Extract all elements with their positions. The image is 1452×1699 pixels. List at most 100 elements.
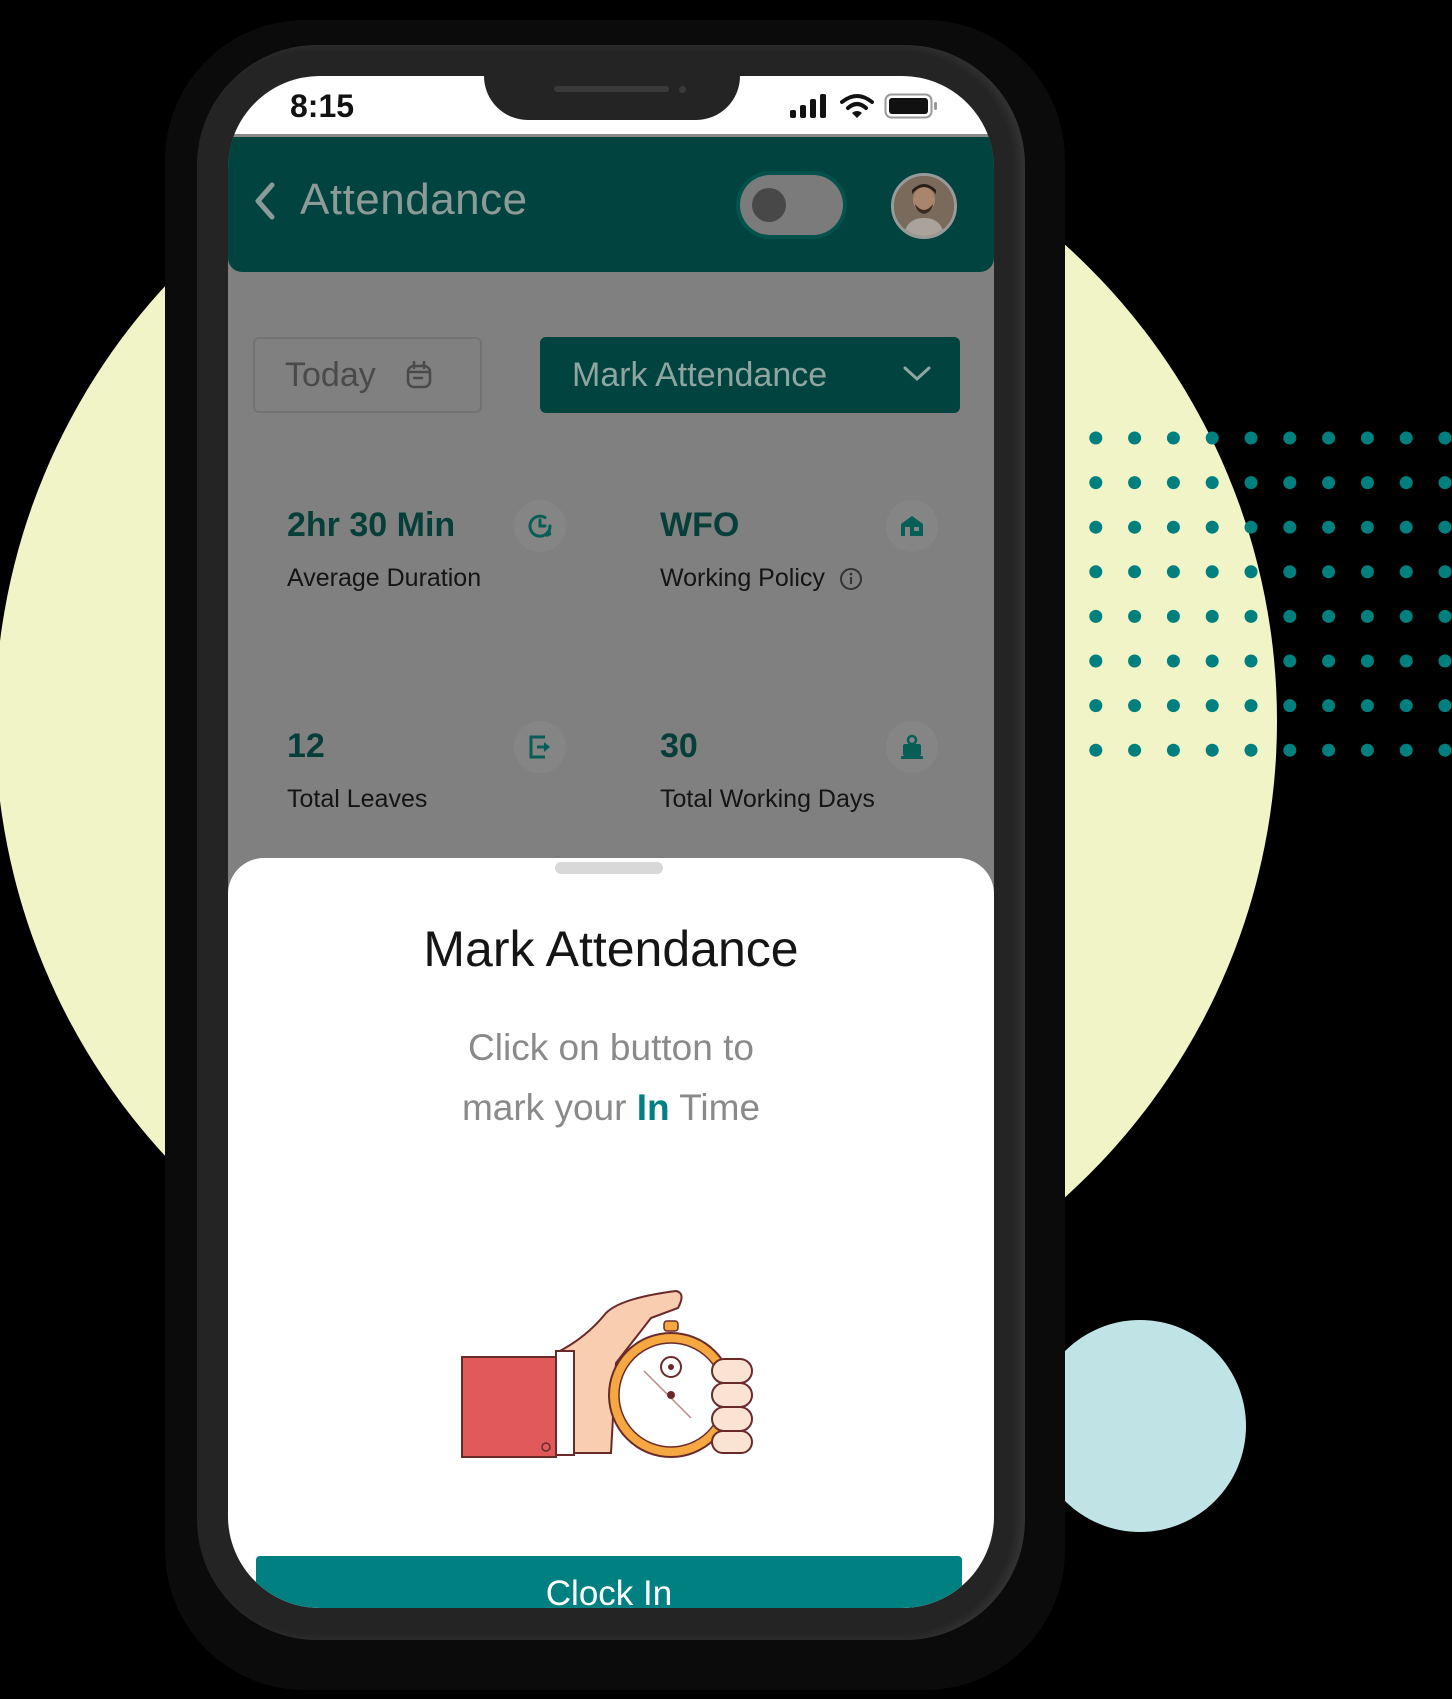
stat-value: 2hr 30 Min: [287, 506, 456, 544]
decor-dot: [1322, 699, 1336, 713]
battery-icon: [884, 93, 937, 119]
house-icon: [886, 500, 938, 552]
stat-label: Total Working Days: [660, 785, 875, 814]
speaker-grille: [554, 86, 669, 92]
decor-dot: [1166, 565, 1180, 579]
chevron-down-icon: [903, 366, 931, 382]
decor-dot: [1128, 476, 1142, 490]
stat-label-text: Total Working Days: [660, 785, 875, 813]
decor-dot: [1438, 609, 1452, 623]
decor-dot: [1166, 743, 1180, 757]
decor-dot: [1360, 520, 1374, 534]
decor-dot: [1283, 431, 1297, 445]
decor-dot: [1089, 520, 1103, 534]
decor-dot: [1438, 654, 1452, 668]
work-laptop-icon: [886, 721, 938, 773]
stat-value: 12: [287, 727, 325, 765]
fingers-icon: [711, 1358, 753, 1454]
decor-dot: [1283, 609, 1297, 623]
decor-dot: [1399, 476, 1413, 490]
stat-label: Average Duration: [287, 564, 481, 593]
decor-dot: [1244, 743, 1258, 757]
decor-dot: [1322, 476, 1336, 490]
decor-dot: [1128, 431, 1142, 445]
decor-dot: [1360, 609, 1374, 623]
clock-history-icon: [514, 500, 566, 552]
stat-value: WFO: [660, 506, 740, 544]
decor-dot: [1283, 654, 1297, 668]
chevron-left-icon[interactable]: [250, 179, 280, 223]
decor-dot: [1283, 743, 1297, 757]
mode-toggle[interactable]: [740, 175, 843, 235]
decor-dot: [1089, 699, 1103, 713]
decor-dot: [1399, 520, 1413, 534]
decor-dot: [1205, 743, 1219, 757]
decor-dot: [1322, 609, 1336, 623]
decor-dot: [1128, 654, 1142, 668]
decor-dot: [1360, 654, 1374, 668]
decor-dot: [1244, 654, 1258, 668]
decor-dot: [1399, 431, 1413, 445]
decor-dot: [1360, 699, 1374, 713]
sheet-drag-handle[interactable]: [555, 862, 663, 874]
clock-in-button[interactable]: Clock In: [256, 1556, 962, 1608]
decor-dot: [1128, 743, 1142, 757]
decor-dot: [1399, 743, 1413, 757]
avatar[interactable]: [891, 173, 957, 239]
decor-dot: [1244, 699, 1258, 713]
decor-dot: [1128, 609, 1142, 623]
stat-label: Working Policy: [660, 564, 863, 593]
sleeve-icon: [461, 1356, 557, 1458]
stat-value: 30: [660, 727, 698, 765]
page-title: Attendance: [300, 175, 528, 224]
desc-line-2-pre: mark your: [461, 1087, 637, 1128]
toggle-knob: [752, 188, 786, 222]
stat-label: Total Leaves: [287, 785, 427, 814]
decor-dot: [1322, 520, 1336, 534]
desc-highlight: In: [636, 1087, 670, 1128]
decor-dot: [1244, 565, 1258, 579]
small-circle-decoration: [1034, 1320, 1246, 1532]
dot-grid-decoration: [1050, 431, 1452, 757]
decor-dot: [1089, 565, 1103, 579]
stat-label-text: Total Leaves: [287, 785, 428, 813]
sheet-title: Mark Attendance: [423, 921, 799, 977]
stat-label-text: Working Policy: [660, 564, 825, 592]
decor-dot: [1360, 431, 1374, 445]
decor-dot: [1438, 699, 1452, 713]
decor-dot: [1089, 476, 1103, 490]
mark-attendance-dropdown[interactable]: Mark Attendance: [540, 337, 960, 413]
phone-notch: [484, 76, 740, 120]
info-icon[interactable]: [839, 567, 863, 591]
decor-dot: [1205, 520, 1219, 534]
decor-dot: [1244, 431, 1258, 445]
decor-dot: [1322, 565, 1336, 579]
decor-dot: [1128, 699, 1142, 713]
decor-dot: [1283, 565, 1297, 579]
decor-dot: [1438, 743, 1452, 757]
decor-dot: [1438, 565, 1452, 579]
decor-dot: [1166, 520, 1180, 534]
bottom-sheet: Mark Attendance Click on button to mark …: [228, 858, 994, 1608]
decor-dot: [1205, 609, 1219, 623]
decor-dot: [1322, 654, 1336, 668]
decor-dot: [1399, 699, 1413, 713]
sheet-description: Click on button to mark your In Time: [228, 1018, 994, 1138]
decor-dot: [1283, 476, 1297, 490]
decor-dot: [1205, 699, 1219, 713]
decor-dot: [1166, 654, 1180, 668]
calendar-icon: [406, 361, 431, 389]
decor-dot: [1166, 476, 1180, 490]
stat-label-text: Average Duration: [287, 564, 482, 592]
date-filter-button[interactable]: Today: [253, 337, 482, 413]
decor-dot: [1438, 431, 1452, 445]
leave-exit-icon: [514, 721, 566, 773]
decor-dot: [1205, 654, 1219, 668]
phone-screen: 8:15 Attendance Today Mark Attendance 2h…: [228, 76, 994, 1608]
desc-line-1: Click on button to: [468, 1027, 754, 1068]
decor-dot: [1089, 431, 1103, 445]
decor-dot: [1322, 431, 1336, 445]
app-header: Attendance: [228, 134, 994, 272]
decor-dot: [1360, 565, 1374, 579]
desc-line-2-post: Time: [669, 1087, 761, 1128]
